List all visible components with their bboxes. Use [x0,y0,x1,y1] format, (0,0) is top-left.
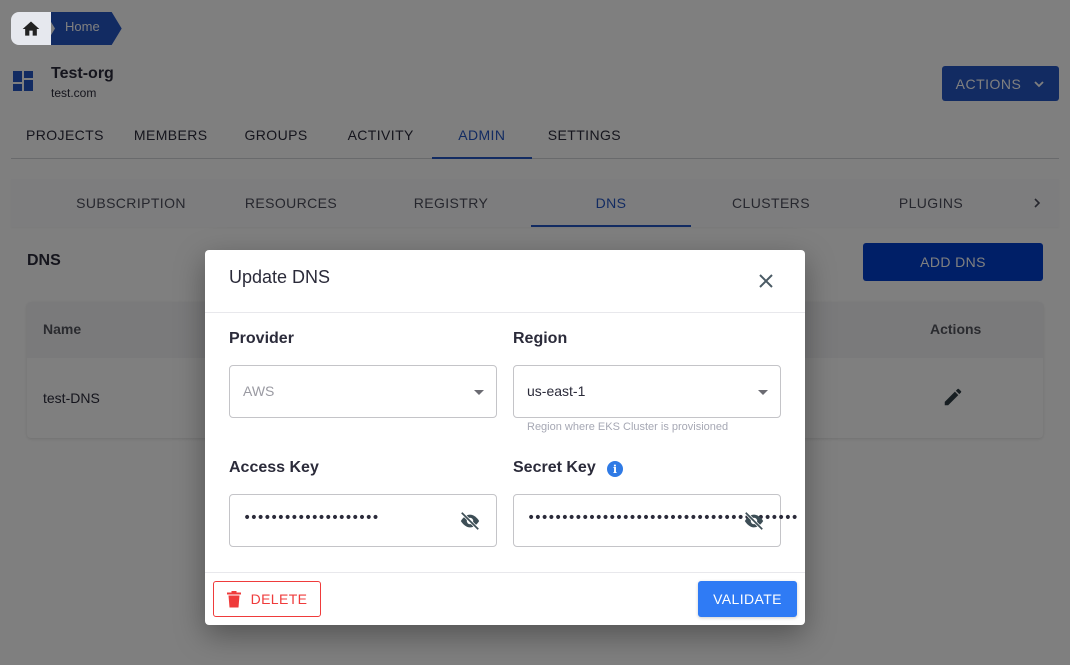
eye-off-icon[interactable] [742,510,766,532]
region-label: Region [513,330,568,347]
trash-icon [226,590,241,607]
breadcrumb-home[interactable] [11,12,51,45]
region-helper-text: Region where EKS Cluster is provisioned [527,421,729,433]
provider-label: Provider [229,330,294,347]
dialog-title: Update DNS [229,267,331,287]
dropdown-caret-icon [474,390,484,395]
access-key-label: Access Key [229,459,319,476]
info-icon[interactable]: i [607,461,623,477]
dialog-footer: DELETE VALIDATE [205,572,805,625]
region-value: us-east-1 [527,383,586,399]
dialog-body: Provider AWS Region us-east-1 Region whe… [205,313,805,572]
close-icon[interactable] [755,270,777,292]
eye-off-icon[interactable] [458,510,482,532]
secret-key-input[interactable]: •••••••••••••••••••••••••••••••••••••••• [513,494,799,547]
home-icon [22,21,40,36]
region-select[interactable]: us-east-1 [513,365,781,418]
validate-button[interactable]: VALIDATE [698,581,797,617]
dialog-header: Update DNS [205,250,805,313]
access-key-input[interactable]: •••••••••••••••••••• [229,494,497,547]
update-dns-dialog: Update DNS Provider AWS Region us-east-1… [205,250,805,625]
delete-button[interactable]: DELETE [213,581,321,617]
access-key-value: •••••••••••••••••••• [243,510,380,526]
provider-select[interactable]: AWS [229,365,497,418]
delete-label: DELETE [250,591,308,607]
secret-key-label: Secret Key [513,459,596,476]
provider-value: AWS [243,383,275,399]
dropdown-caret-icon [758,390,768,395]
